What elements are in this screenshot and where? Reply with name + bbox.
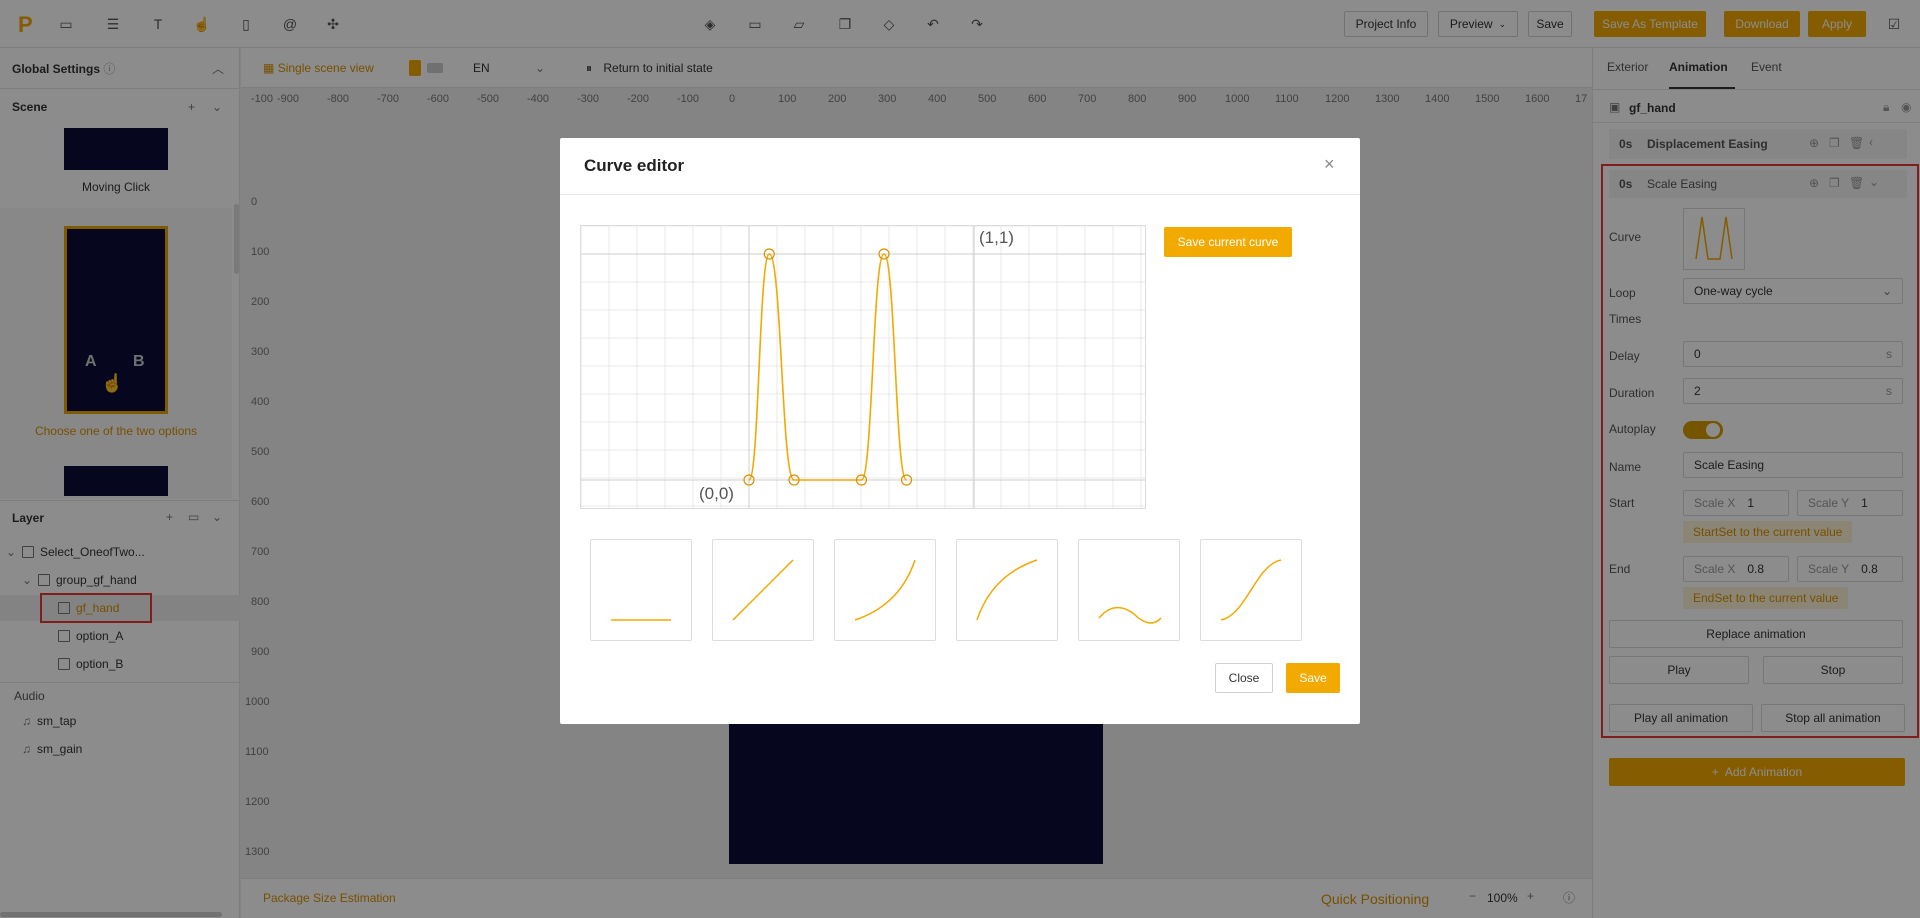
curve-control-point[interactable] — [878, 248, 890, 260]
close-icon[interactable]: × — [1324, 154, 1335, 175]
curve-control-point[interactable] — [743, 474, 755, 486]
preset-ease-out-graphic — [976, 559, 1038, 621]
origin-label: (0,0) — [699, 484, 734, 503]
preset-ease-in-graphic — [854, 559, 916, 621]
curve-control-point[interactable] — [788, 474, 800, 486]
save-current-curve-button[interactable]: Save current curve — [1164, 227, 1292, 257]
preset-constant-graphic — [611, 619, 671, 621]
unit-point-label: (1,1) — [979, 228, 1014, 247]
curve-control-point[interactable] — [855, 474, 868, 486]
preset-curve-linear[interactable] — [712, 539, 814, 641]
preset-curve-ease-out[interactable] — [956, 539, 1058, 641]
preset-linear-graphic — [732, 559, 794, 621]
preset-ease-in-out-graphic — [1220, 559, 1282, 621]
curve-path — [748, 253, 908, 481]
close-button[interactable]: Close — [1215, 663, 1273, 693]
save-button[interactable]: Save — [1286, 663, 1340, 693]
curve-graph-canvas[interactable] — [580, 225, 1145, 508]
modal-title: Curve editor — [584, 156, 685, 175]
curve-control-point[interactable] — [763, 248, 775, 260]
preset-sine-graphic — [1098, 607, 1162, 624]
preset-curve-constant[interactable] — [590, 539, 692, 641]
preset-curve-ease-in[interactable] — [834, 539, 936, 641]
preset-curve-ease-in-out[interactable] — [1200, 539, 1302, 641]
curve-editor-modal: Curve editor × (0,0) (1,1) Save current … — [560, 138, 1360, 724]
curve-graph[interactable]: (0,0) (1,1) — [580, 225, 1146, 509]
divider — [560, 194, 1360, 195]
curve-control-point[interactable] — [900, 474, 913, 486]
preset-curve-sine[interactable] — [1078, 539, 1180, 641]
